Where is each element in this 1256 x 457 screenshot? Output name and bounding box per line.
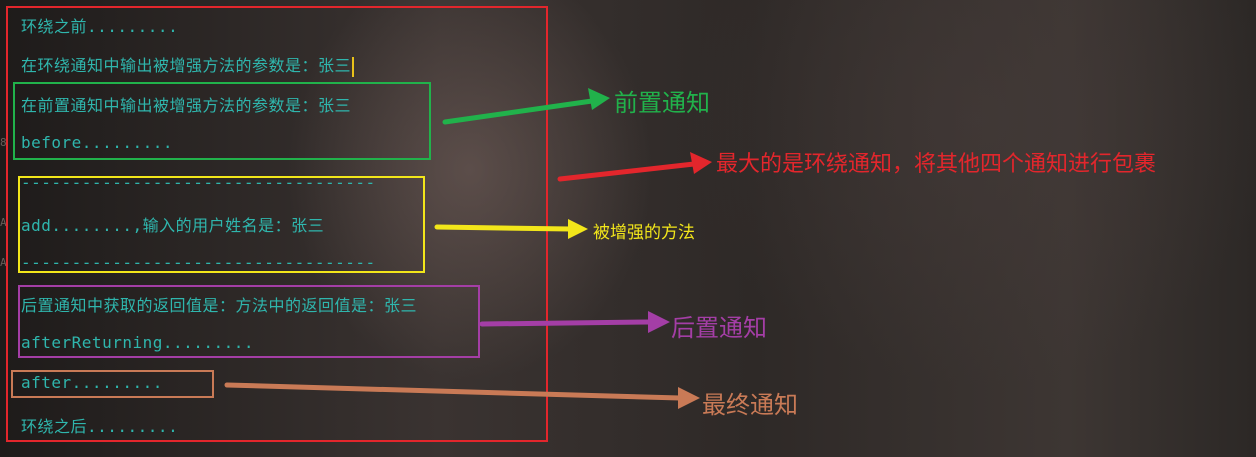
target-method-arrow-icon bbox=[434, 219, 588, 239]
before-arrow-icon bbox=[442, 88, 610, 125]
label-target-method: 被增强的方法 bbox=[593, 223, 695, 243]
label-before-advice: 前置通知 bbox=[614, 89, 710, 117]
around-arrow-icon bbox=[557, 152, 712, 182]
label-after-returning: 后置通知 bbox=[671, 314, 767, 342]
after-arrow-icon bbox=[224, 382, 700, 409]
after-returning-arrow-icon bbox=[479, 311, 670, 333]
label-around-advice: 最大的是环绕通知，将其他四个通知进行包裹 bbox=[716, 152, 1157, 177]
label-after-advice: 最终通知 bbox=[702, 391, 798, 419]
